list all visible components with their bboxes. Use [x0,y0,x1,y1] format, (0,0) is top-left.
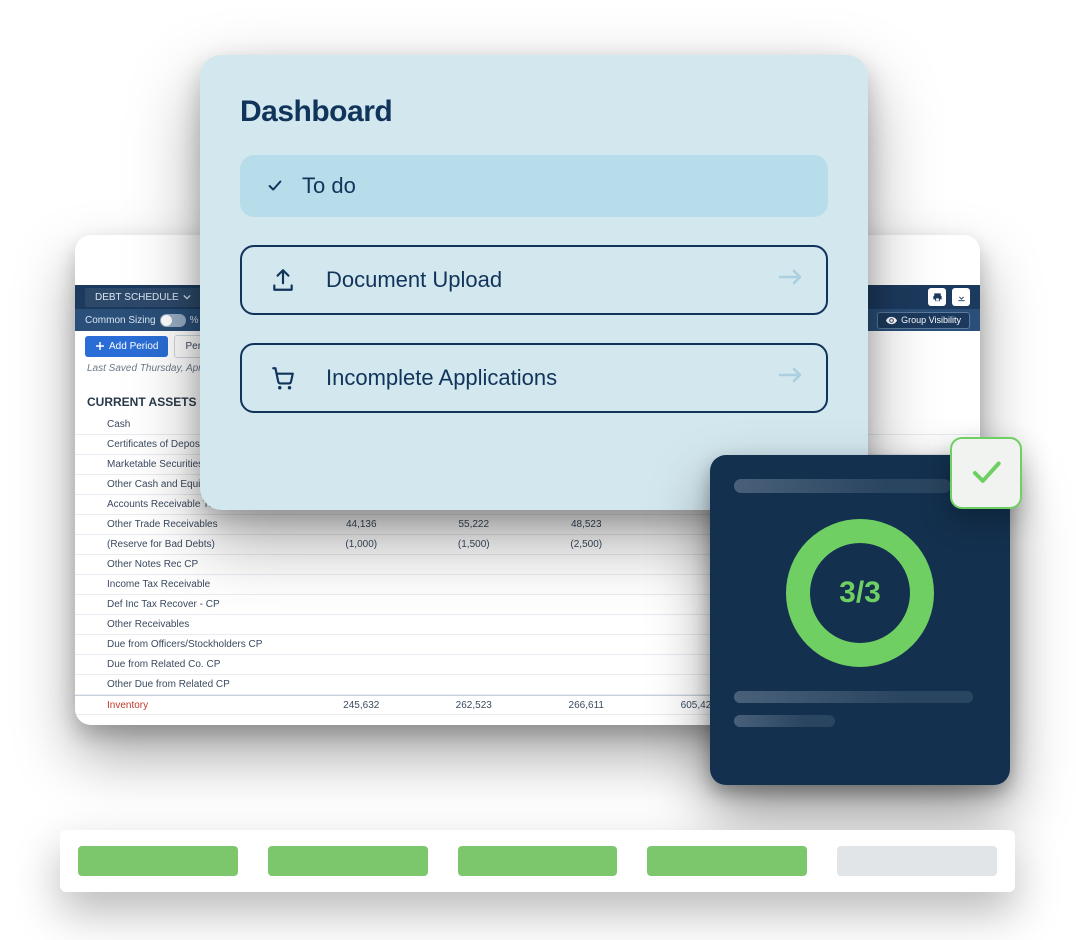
cell[interactable]: 245,632 [305,700,418,711]
arrow-right-icon [778,365,804,385]
common-sizing-label: Common Sizing [85,315,156,326]
row-label: Other Due from Related CP [75,679,305,690]
row-label: Def Inc Tax Recover - CP [75,599,305,610]
check-icon [266,177,284,195]
task-label: Incomplete Applications [326,365,557,391]
check-icon [967,454,1005,492]
tab-debt-schedule[interactable]: DEBT SCHEDULE [85,288,207,307]
step-segment [458,846,618,876]
group-visibility-button[interactable]: Group Visibility [877,312,970,329]
eye-icon [886,315,897,326]
cell[interactable]: 48,523 [530,519,643,530]
task-incomplete-applications[interactable]: Incomplete Applications [240,343,828,413]
step-segment [647,846,807,876]
progress-ring: 3/3 [780,513,940,673]
cell[interactable]: (2,500) [530,539,643,550]
plus-icon [95,341,105,351]
row-label: Income Tax Receivable [75,579,305,590]
tab-label: DEBT SCHEDULE [95,292,179,303]
row-label: Other Trade Receivables [75,519,305,530]
add-period-label: Add Period [109,341,158,352]
chevron-down-icon [183,293,191,301]
section-current-assets: CURRENT ASSETS [87,395,197,409]
dashboard-card: Dashboard To do Document Upload Incomple… [200,55,868,510]
row-label: Other Notes Rec CP [75,559,305,570]
download-icon [956,292,967,303]
task-document-upload[interactable]: Document Upload [240,245,828,315]
add-period-button[interactable]: Add Period [85,336,168,357]
task-label: Document Upload [326,267,502,293]
percent-label: % [190,315,199,326]
row-label: Other Receivables [75,619,305,630]
common-sizing-toggle[interactable] [160,314,186,327]
todo-label: To do [302,173,356,199]
cell[interactable]: 266,611 [530,700,643,711]
row-label: Due from Officers/Stockholders CP [75,639,305,650]
step-segment [78,846,238,876]
step-segment [837,846,997,876]
print-button[interactable] [928,288,946,306]
skeleton-line [734,715,835,727]
upload-icon [270,267,296,293]
progress-ratio: 3/3 [780,513,940,673]
cell[interactable]: 55,222 [418,519,531,530]
row-label: (Reserve for Bad Debts) [75,539,305,550]
cell[interactable]: (1,500) [418,539,531,550]
cell[interactable]: 262,523 [418,700,531,711]
download-button[interactable] [952,288,970,306]
dashboard-title: Dashboard [240,95,828,129]
success-badge [950,437,1022,509]
row-label: Inventory [75,700,305,711]
arrow-right-icon [778,267,804,287]
print-icon [932,292,943,303]
group-visibility-label: Group Visibility [901,315,961,325]
cart-icon [270,365,296,391]
skeleton-line [734,691,973,703]
todo-section[interactable]: To do [240,155,828,217]
skeleton-line [734,479,951,493]
step-progress-bar [60,830,1015,892]
cell[interactable]: 44,136 [305,519,418,530]
step-segment [268,846,428,876]
cell[interactable]: (1,000) [305,539,418,550]
row-label: Due from Related Co. CP [75,659,305,670]
